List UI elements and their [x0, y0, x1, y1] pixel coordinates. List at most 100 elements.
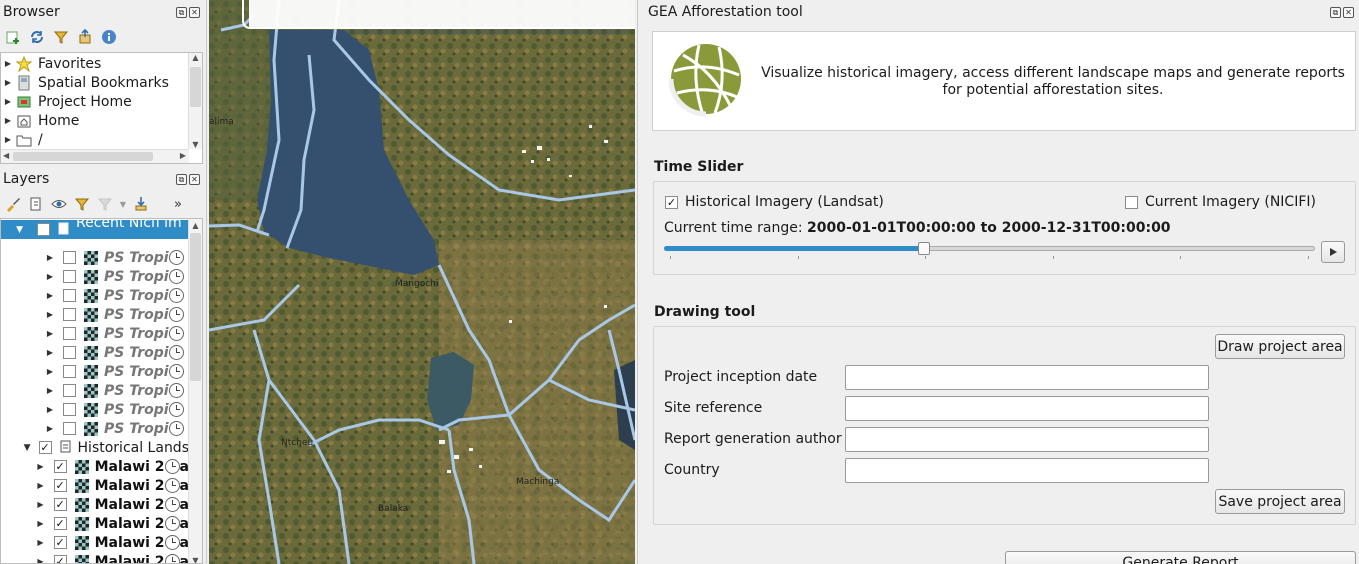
layer-checkbox[interactable] — [63, 422, 76, 435]
layer-item-ps-tropical[interactable]: ▶ PS Tropi — [1, 267, 189, 286]
layer-item-ps-tropical[interactable]: ▶ PS Tropi — [1, 324, 189, 343]
expand-arrow-icon[interactable]: ▶ — [1, 272, 53, 281]
layer-checkbox[interactable] — [63, 289, 76, 302]
layer-checkbox[interactable] — [63, 346, 76, 359]
layer-item-malawi[interactable]: ▶ ✓ Malawi 2a — [1, 476, 189, 495]
style-brush-icon[interactable] — [4, 195, 22, 213]
layer-group-historical-landsat[interactable]: ▼ ✓ Historical Lands — [1, 438, 189, 457]
layer-item-ps-tropical[interactable]: ▶ PS Tropi — [1, 248, 189, 267]
layers-tree[interactable]: ▼ Recent Nicfi im ▶ PS Tropi ▶ PS Tropi ▶ PS … — [0, 218, 203, 564]
layer-checkbox[interactable] — [63, 365, 76, 378]
expand-arrow-icon[interactable]: ▶ — [1, 519, 43, 528]
layer-item-ps-tropical[interactable]: ▶ PS Tropi — [1, 381, 189, 400]
layer-checkbox[interactable] — [63, 308, 76, 321]
layer-checkbox[interactable] — [63, 270, 76, 283]
expand-arrow-icon[interactable]: ▶ — [1, 500, 43, 509]
report-author-field[interactable] — [845, 427, 1209, 452]
close-panel-icon[interactable]: ✕ — [189, 7, 200, 18]
browser-item-spatial-bookmarks[interactable]: ▶ Spatial Bookmarks — [1, 73, 189, 92]
expand-arrow-icon[interactable]: ▶ — [1, 135, 15, 144]
info-icon[interactable] — [100, 28, 118, 46]
map-canvas[interactable]: alima Mangochi Ntcheu Machinga Balaka — [209, 0, 635, 564]
layer-group-checkbox[interactable] — [37, 223, 50, 236]
layers-vertical-scrollbar[interactable]: ▲ ▼ — [188, 219, 202, 563]
layer-item-malawi[interactable]: ▶ ✓ Malawi 2a — [1, 514, 189, 533]
expand-arrow-icon[interactable]: ▶ — [1, 310, 53, 319]
refresh-icon[interactable] — [28, 28, 46, 46]
expand-arrow-icon[interactable]: ▶ — [1, 557, 43, 563]
layer-item-ps-tropical[interactable]: ▶ PS Tropi — [1, 343, 189, 362]
visibility-eye-icon[interactable] — [50, 195, 68, 213]
scroll-thumb[interactable] — [13, 152, 153, 161]
expand-arrow-icon[interactable]: ▶ — [1, 291, 53, 300]
layer-checkbox[interactable]: ✓ — [53, 460, 67, 473]
save-project-area-button[interactable]: Save project area — [1215, 489, 1345, 514]
browser-vertical-scrollbar[interactable]: ▲ ▼ — [188, 53, 202, 149]
browser-item-project-home[interactable]: ▶ Project Home — [1, 92, 189, 111]
historical-imagery-option[interactable]: ✓ Historical Imagery (Landsat) — [665, 194, 884, 210]
add-group-icon[interactable] — [27, 195, 45, 213]
current-imagery-option[interactable]: Current Imagery (NICIFI) — [1125, 194, 1316, 210]
browser-item-root[interactable]: ▶ / — [1, 130, 189, 149]
layer-checkbox[interactable]: ✓ — [53, 498, 67, 511]
layer-checkbox[interactable] — [63, 403, 76, 416]
browser-tree[interactable]: ▶ Favorites ▶ Spatial Bookmarks ▶ Projec… — [0, 52, 203, 164]
filter-legend-icon[interactable] — [73, 195, 91, 213]
collapse-arrow-icon[interactable]: ▼ — [1, 225, 23, 235]
close-panel-icon[interactable]: ✕ — [189, 174, 200, 185]
expand-arrow-icon[interactable]: ▶ — [1, 253, 53, 262]
expand-arrow-icon[interactable]: ▶ — [1, 59, 15, 68]
scroll-thumb[interactable] — [190, 233, 201, 381]
filter-icon[interactable] — [52, 28, 70, 46]
expand-arrow-icon[interactable]: ▶ — [1, 386, 53, 395]
collapse-all-icon[interactable] — [76, 28, 94, 46]
layer-checkbox[interactable]: ✓ — [53, 479, 67, 492]
float-panel-icon[interactable]: ⧉ — [1330, 7, 1341, 18]
expand-arrow-icon[interactable]: ▶ — [1, 367, 53, 376]
close-panel-icon[interactable]: ✕ — [1343, 7, 1354, 18]
current-imagery-checkbox[interactable] — [1125, 195, 1138, 209]
more-tools-icon[interactable]: » — [169, 195, 187, 213]
layer-item-malawi[interactable]: ▶ ✓ Malawi 2a — [1, 552, 189, 563]
layer-checkbox[interactable]: ✓ — [53, 536, 67, 549]
expand-arrow-icon[interactable]: ▶ — [1, 424, 53, 433]
layer-group-recent-nicfi[interactable]: ▼ Recent Nicfi im — [1, 220, 189, 239]
slider-handle[interactable] — [918, 242, 931, 255]
expand-arrow-icon[interactable]: ▶ — [1, 538, 43, 547]
browser-horizontal-scrollbar[interactable]: ◀ ▶ — [1, 149, 189, 163]
expand-arrow-icon[interactable]: ▶ — [1, 348, 53, 357]
expand-all-icon[interactable] — [132, 195, 150, 213]
expand-arrow-icon[interactable]: ▶ — [1, 462, 43, 471]
play-button[interactable] — [1321, 241, 1345, 263]
add-layer-icon[interactable] — [4, 28, 22, 46]
layer-item-ps-tropical[interactable]: ▶ PS Tropi — [1, 400, 189, 419]
layer-item-malawi[interactable]: ▶ ✓ Malawi 2a — [1, 457, 189, 476]
expand-arrow-icon[interactable]: ▶ — [1, 116, 15, 125]
scroll-thumb[interactable] — [190, 67, 201, 107]
float-panel-icon[interactable]: ⧉ — [176, 174, 187, 185]
float-panel-icon[interactable]: ⧉ — [176, 7, 187, 18]
layer-item-malawi[interactable]: ▶ ✓ Malawi 2a — [1, 533, 189, 552]
layer-checkbox[interactable] — [63, 251, 76, 264]
country-field[interactable] — [845, 458, 1209, 483]
draw-project-area-button[interactable]: Draw project area — [1215, 334, 1345, 359]
layer-checkbox[interactable] — [63, 384, 76, 397]
layer-group-checkbox[interactable]: ✓ — [38, 441, 52, 454]
layer-item-ps-tropical[interactable]: ▶ PS Tropi — [1, 419, 189, 438]
layer-item-ps-tropical[interactable]: ▶ PS Tropi — [1, 362, 189, 381]
layer-item-malawi[interactable]: ▶ ✓ Malawi 2a — [1, 495, 189, 514]
expand-arrow-icon[interactable]: ▶ — [1, 329, 53, 338]
expand-arrow-icon[interactable]: ▶ — [1, 481, 43, 490]
historical-imagery-checkbox[interactable]: ✓ — [665, 195, 678, 209]
site-reference-field[interactable] — [845, 396, 1209, 421]
expand-arrow-icon[interactable]: ▶ — [1, 405, 53, 414]
generate-report-button[interactable]: Generate Report — [1005, 551, 1356, 564]
collapse-arrow-icon[interactable]: ▼ — [1, 443, 31, 453]
layer-checkbox[interactable]: ✓ — [53, 517, 67, 530]
time-slider[interactable] — [664, 242, 1315, 259]
layer-item-ps-tropical[interactable]: ▶ PS Tropi — [1, 286, 189, 305]
layer-checkbox[interactable]: ✓ — [53, 555, 67, 563]
expand-arrow-icon[interactable]: ▶ — [1, 97, 15, 106]
browser-item-home[interactable]: ▶ Home — [1, 111, 189, 130]
layer-item-ps-tropical[interactable]: ▶ PS Tropi — [1, 305, 189, 324]
